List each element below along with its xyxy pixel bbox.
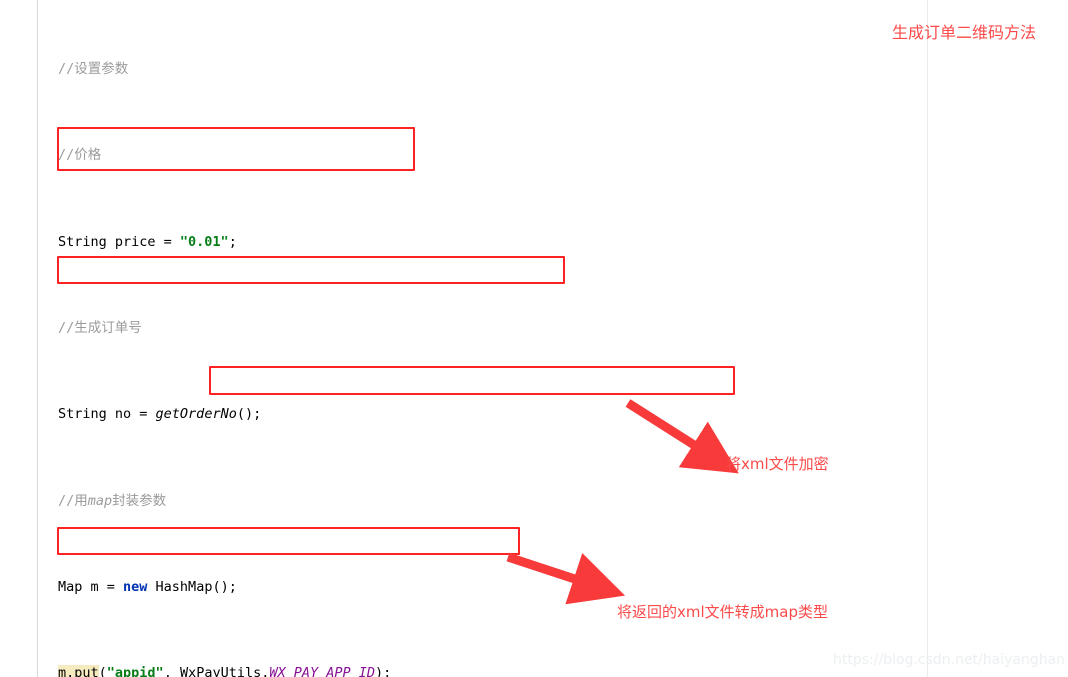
watermark: https://blog.csdn.net/haiyanghan <box>833 652 1066 668</box>
page-edge-rule <box>927 0 928 677</box>
code-block[interactable]: //设置参数 //价格 String price = "0.01"; //生成订… <box>58 0 798 677</box>
code-line: //价格 <box>58 145 798 167</box>
code-line: Map m = new HashMap(); <box>58 579 237 596</box>
code-line: //生成订单号 <box>58 318 798 340</box>
code-line: //设置参数 <box>58 59 798 81</box>
annotation-xml-to-map: 将返回的xml文件转成map类型 <box>617 603 828 621</box>
annotation-title: 生成订单二维码方法 <box>892 23 1037 42</box>
screenshot-canvas: //设置参数 //价格 String price = "0.01"; //生成订… <box>0 0 1068 677</box>
code-line: String price = "0.01"; <box>58 233 237 250</box>
code-line-text: //价格 <box>58 147 102 164</box>
annotation-encrypt-xml: 将xml文件加密 <box>726 455 829 473</box>
code-line: //用map封装参数 <box>58 492 167 509</box>
code-line-text: //设置参数 <box>58 60 129 77</box>
editor-gutter-divider <box>37 0 38 677</box>
code-line: m.put("appid", WxPayUtils.WX_PAY_APP_ID)… <box>58 663 798 677</box>
code-line-text: //生成订单号 <box>58 319 142 336</box>
